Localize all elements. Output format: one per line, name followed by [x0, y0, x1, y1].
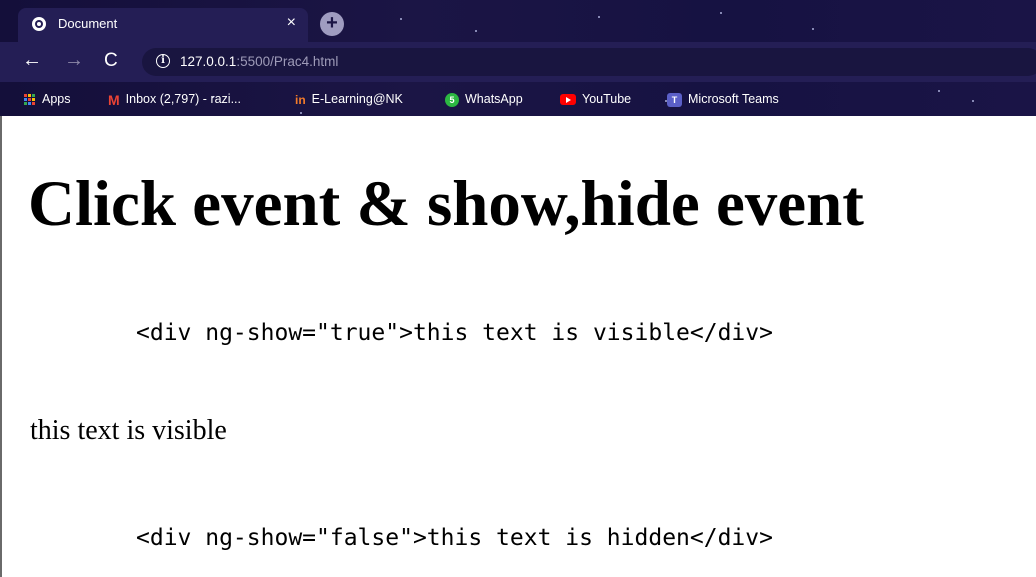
apps-grid-icon	[24, 94, 35, 106]
elearning-icon: in	[295, 92, 306, 107]
code-sample-show: <div ng-show="true">this text is visible…	[136, 320, 773, 346]
gmail-icon: M	[108, 91, 120, 108]
tab-document[interactable]: Document ×	[18, 8, 308, 42]
url-path: :5500/Prac4.html	[236, 54, 339, 69]
forward-arrow-icon[interactable]: →	[64, 50, 84, 70]
bookmark-label: YouTube	[582, 92, 632, 106]
info-icon[interactable]: i	[156, 54, 170, 68]
bookmark-label: Apps	[42, 92, 71, 106]
whatsapp-icon: 5	[445, 92, 459, 107]
bookmark-label: Inbox (2,797) - razi...	[125, 92, 241, 106]
close-icon[interactable]: ×	[287, 13, 296, 33]
bookmark-youtube[interactable]: YouTube	[560, 91, 631, 109]
bookmarks-bar: Apps M Inbox (2,797) - razi... in E-Learni…	[0, 82, 1036, 116]
reload-icon[interactable]: C	[104, 51, 118, 71]
page-viewport: Click event & show,hide event <div ng-sh…	[0, 116, 1036, 577]
browser-toolbar: ← → C i 127.0.0.1:5500/Prac4.html	[0, 42, 1036, 82]
bookmark-label: WhatsApp	[465, 92, 523, 106]
url-text[interactable]: 127.0.0.1:5500/Prac4.html	[180, 54, 338, 69]
back-arrow-icon[interactable]: ←	[22, 50, 42, 70]
globe-icon	[32, 17, 46, 31]
bookmark-teams[interactable]: T Microsoft Teams	[667, 91, 779, 109]
visible-text-output: this text is visible	[30, 415, 227, 446]
tab-title: Document	[58, 16, 118, 31]
bookmark-label: E-Learning@NK	[311, 92, 403, 106]
bookmark-elearning[interactable]: in E-Learning@NK	[295, 91, 403, 109]
browser-chrome: Document × + ← → C i 127.0.0.1:5500/Prac…	[0, 0, 1036, 116]
youtube-icon	[560, 94, 576, 106]
new-tab-button[interactable]: +	[320, 12, 344, 36]
bookmark-label: Microsoft Teams	[688, 92, 779, 106]
address-bar[interactable]: i 127.0.0.1:5500/Prac4.html	[142, 48, 1036, 76]
url-host: 127.0.0.1	[180, 54, 237, 69]
code-sample-hide: <div ng-show="false">this text is hidden…	[136, 525, 773, 551]
bookmark-whatsapp[interactable]: 5 WhatsApp	[445, 91, 523, 109]
teams-icon: T	[667, 92, 682, 107]
page-heading: Click event & show,hide event	[28, 168, 864, 240]
bookmark-inbox[interactable]: M Inbox (2,797) - razi...	[108, 91, 241, 109]
tab-strip: Document × +	[0, 0, 1036, 42]
bookmark-apps[interactable]: Apps	[24, 91, 71, 109]
